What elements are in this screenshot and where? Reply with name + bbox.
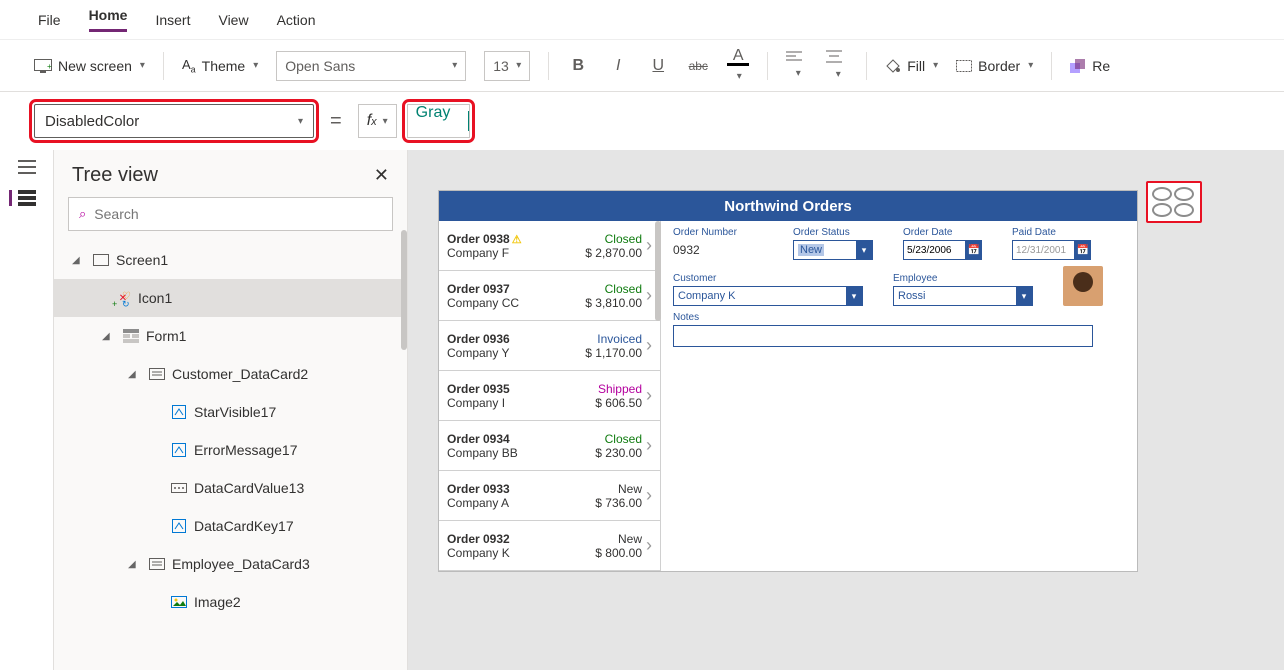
menubar: File Home Insert View Action	[0, 0, 1284, 40]
app-title: Northwind Orders	[439, 191, 1137, 221]
strikethrough-icon[interactable]: abc	[687, 59, 709, 73]
order-status-label: Order Status	[793, 227, 873, 238]
theme-button[interactable]: Aa Theme▾	[182, 57, 258, 75]
order-row[interactable]: Order 0933Company A New$ 736.00 ›	[439, 471, 660, 521]
tree-search[interactable]: ⌕	[68, 197, 393, 231]
svg-text:+: +	[47, 62, 52, 71]
tree-node-employee-dc[interactable]: ◢ Employee_DataCard3	[54, 545, 407, 583]
chevron-right-icon: ›	[646, 435, 652, 456]
border-icon	[956, 60, 972, 72]
underline-icon[interactable]: U	[647, 57, 669, 75]
tree-node-errmsg[interactable]: ErrorMessage17	[54, 431, 407, 469]
close-icon[interactable]: ✕	[374, 165, 389, 186]
formula-input[interactable]: Gray	[408, 104, 468, 138]
order-row[interactable]: Order 0935Company I Shipped$ 606.50 ›	[439, 371, 660, 421]
reorder-button[interactable]: Re	[1070, 58, 1110, 74]
order-status-select[interactable]: New▾	[793, 240, 873, 260]
fx-button[interactable]: fx▾	[358, 104, 397, 138]
order-row[interactable]: Order 0934Company BB Closed$ 230.00 ›	[439, 421, 660, 471]
employee-avatar	[1063, 266, 1103, 306]
left-rail	[0, 150, 54, 670]
order-number-label: Order Number	[673, 227, 763, 238]
icon-glyph: ✕♡+↻	[114, 293, 132, 304]
order-date-picker[interactable]: 📅	[903, 240, 982, 260]
valign-icon[interactable]: ▾	[826, 50, 848, 82]
tree-view-pane: Tree view ✕ ⌕ ◢ Screen1 ✕♡+↻ Icon1	[54, 150, 408, 670]
tree-node-dck[interactable]: DataCardKey17	[54, 507, 407, 545]
bold-icon[interactable]: B	[567, 57, 589, 75]
fill-icon	[885, 58, 901, 74]
menu-view[interactable]: View	[218, 12, 248, 28]
fill-button[interactable]: Fill▾	[885, 58, 938, 74]
notes-input[interactable]	[673, 325, 1093, 347]
app-preview: Northwind Orders Order 0938⚠Company F Cl…	[438, 190, 1138, 572]
chevron-right-icon: ›	[646, 385, 652, 406]
reorder-icon	[1070, 59, 1086, 73]
search-input[interactable]	[94, 206, 382, 222]
search-icon: ⌕	[79, 206, 86, 222]
notes-label: Notes	[673, 312, 1125, 323]
employee-label: Employee	[893, 273, 1033, 284]
align-icon[interactable]: ▾	[786, 51, 808, 81]
paid-date-picker[interactable]: 📅	[1012, 240, 1091, 260]
border-button[interactable]: Border▾	[956, 58, 1033, 74]
hamburger-icon[interactable]	[18, 160, 36, 174]
font-size-select[interactable]: 13▾	[484, 51, 530, 81]
tree-node-image2[interactable]: Image2	[54, 583, 407, 621]
tree-view-title: Tree view	[72, 164, 158, 187]
tree-node-icon1[interactable]: ✕♡+↻ Icon1	[54, 279, 407, 317]
selection-handles[interactable]	[1146, 181, 1202, 223]
tree-node-form1[interactable]: ◢ Form1	[54, 317, 407, 355]
menu-action[interactable]: Action	[277, 12, 316, 28]
chevron-right-icon: ›	[646, 535, 652, 556]
employee-select[interactable]: Rossi▾	[893, 286, 1033, 306]
order-row[interactable]: Order 0938⚠Company F Closed$ 2,870.00 ›	[439, 221, 660, 271]
order-date-label: Order Date	[903, 227, 982, 238]
italic-icon[interactable]: I	[607, 57, 629, 75]
chevron-right-icon: ›	[646, 285, 652, 306]
screen-icon: +	[34, 59, 52, 73]
ribbon: + New screen▾ Aa Theme▾ Open Sans▾ 13▾ B…	[0, 40, 1284, 92]
customer-label: Customer	[673, 273, 863, 284]
menu-file[interactable]: File	[38, 12, 61, 28]
new-screen-button[interactable]: + New screen▾	[34, 58, 145, 74]
gallery-scrollbar[interactable]	[655, 221, 661, 321]
order-gallery[interactable]: Order 0938⚠Company F Closed$ 2,870.00 ›O…	[439, 221, 661, 571]
property-selector[interactable]: DisabledColor▾	[34, 104, 314, 138]
tree-list: ◢ Screen1 ✕♡+↻ Icon1 ◢ Form1 ◢	[54, 241, 407, 651]
tree-node-dcv[interactable]: DataCardValue13	[54, 469, 407, 507]
tree-view-icon[interactable]	[9, 190, 36, 206]
chevron-right-icon: ›	[646, 335, 652, 356]
menu-home[interactable]: Home	[89, 7, 128, 32]
tree-node-customer-dc[interactable]: ◢ Customer_DataCard2	[54, 355, 407, 393]
formula-bar: DisabledColor▾ = fx▾ Gray	[0, 92, 1284, 150]
menu-insert[interactable]: Insert	[155, 12, 190, 28]
chevron-right-icon: ›	[646, 485, 652, 506]
order-row[interactable]: Order 0937Company CC Closed$ 3,810.00 ›	[439, 271, 660, 321]
order-row[interactable]: Order 0932Company K New$ 800.00 ›	[439, 521, 660, 571]
chevron-right-icon: ›	[646, 235, 652, 256]
tree-node-starvisible[interactable]: StarVisible17	[54, 393, 407, 431]
font-color-icon[interactable]: A▾	[727, 47, 749, 84]
order-form: Order Number 0932 Order Status New▾ Orde…	[661, 221, 1137, 571]
equals-label: =	[330, 110, 342, 133]
formula-input-wrap[interactable]: Gray	[407, 104, 470, 138]
font-family-select[interactable]: Open Sans▾	[276, 51, 466, 81]
order-number-value: 0932	[673, 240, 763, 257]
tree-scrollbar[interactable]	[401, 230, 407, 350]
canvas: Northwind Orders Order 0938⚠Company F Cl…	[408, 150, 1284, 670]
order-row[interactable]: Order 0936Company Y Invoiced$ 1,170.00 ›	[439, 321, 660, 371]
customer-select[interactable]: Company K▾	[673, 286, 863, 306]
paid-date-label: Paid Date	[1012, 227, 1091, 238]
tree-node-screen1[interactable]: ◢ Screen1	[54, 241, 407, 279]
